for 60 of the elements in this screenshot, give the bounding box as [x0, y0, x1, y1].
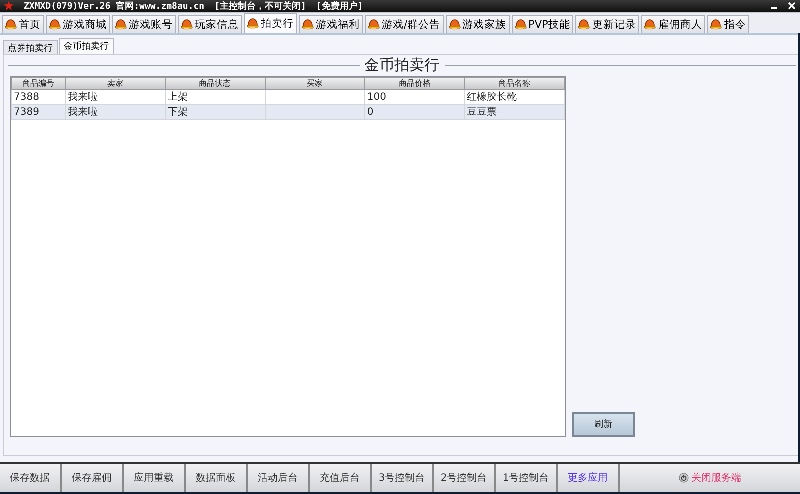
toolbar-button[interactable]: 更多应用	[558, 464, 620, 492]
tab[interactable]: 首页	[2, 15, 44, 33]
table-cell: 下架	[168, 107, 188, 118]
tab[interactable]: 更新记录	[575, 15, 640, 33]
power-icon	[678, 473, 688, 483]
tab[interactable]: 游戏账号	[112, 15, 176, 33]
helmet-icon	[710, 18, 722, 30]
toolbar-button[interactable]: 1号控制台	[496, 464, 558, 492]
console-label: [主控制台，不可关闭]	[214, 0, 306, 12]
table-cell: 我来啦	[68, 92, 98, 103]
toolbar-button[interactable]: 3号控制台	[372, 464, 434, 492]
toolbar-button[interactable]: 应用重载	[124, 464, 186, 492]
helmet-icon	[115, 18, 127, 30]
toolbar-button[interactable]: 保存雇佣	[62, 464, 124, 492]
tab[interactable]: 指令	[707, 15, 750, 33]
sub-tab[interactable]: 点券拍卖行	[3, 40, 58, 54]
table-cell: 7388	[14, 92, 40, 102]
helmet-icon	[302, 18, 314, 30]
helmet-icon	[644, 18, 656, 30]
toolbar-button[interactable]: 保存数据	[0, 464, 62, 492]
helmet-icon	[368, 18, 380, 30]
toolbar-button[interactable]: 2号控制台	[434, 464, 496, 492]
toolbar-button[interactable]: 活动后台	[248, 464, 310, 492]
table-cell: 100	[367, 92, 386, 102]
tab[interactable]: 玩家信息	[178, 15, 242, 33]
close-icon[interactable]	[788, 2, 796, 10]
tab[interactable]: 游戏商城	[46, 15, 110, 33]
column-header[interactable]: 卖家	[66, 78, 166, 90]
tab[interactable]: 雇佣商人	[641, 15, 706, 33]
helmet-icon	[578, 18, 590, 30]
table-cell: 0	[367, 106, 374, 118]
helmet-icon	[514, 18, 527, 30]
column-header[interactable]: 商品名称	[464, 78, 564, 90]
license-label: [免费用户]	[316, 0, 364, 12]
table-cell: 豆豆票	[467, 107, 498, 118]
table-cell: 上架	[168, 92, 188, 103]
column-header[interactable]: 商品状态	[165, 78, 266, 90]
tab[interactable]: PVP技能	[512, 15, 574, 33]
window-title: ZXMXD(079)Ver.26 官网:www.zm8au.cn	[24, 0, 205, 12]
tab[interactable]: 游戏福利	[299, 15, 363, 33]
table-cell: 我来啦	[68, 107, 98, 118]
table-cell: 7389	[14, 106, 40, 118]
tab[interactable]: 游戏家族	[446, 15, 510, 33]
helmet-icon	[49, 18, 61, 30]
helmet-icon	[247, 18, 259, 30]
column-header[interactable]: 商品价格	[364, 78, 465, 90]
table-cell: 红橡胶长靴	[467, 92, 518, 103]
helmet-icon	[5, 18, 17, 30]
helmet-icon	[448, 18, 461, 30]
group-title: 金币拍卖行	[364, 56, 440, 74]
toolbar-button[interactable]: 数据面板	[186, 464, 248, 492]
tab[interactable]: 拍卖行	[244, 13, 297, 33]
toolbar-button[interactable]: 充值后台	[310, 464, 372, 492]
tab[interactable]: 游戏/群公告	[365, 15, 444, 33]
sub-tab[interactable]: 金币拍卖行	[59, 38, 114, 54]
column-header[interactable]: 商品编号	[12, 78, 66, 90]
star-icon	[4, 1, 14, 11]
refresh-button[interactable]: 刷新	[572, 412, 635, 437]
helmet-icon	[181, 18, 193, 30]
column-header[interactable]: 买家	[265, 78, 365, 90]
